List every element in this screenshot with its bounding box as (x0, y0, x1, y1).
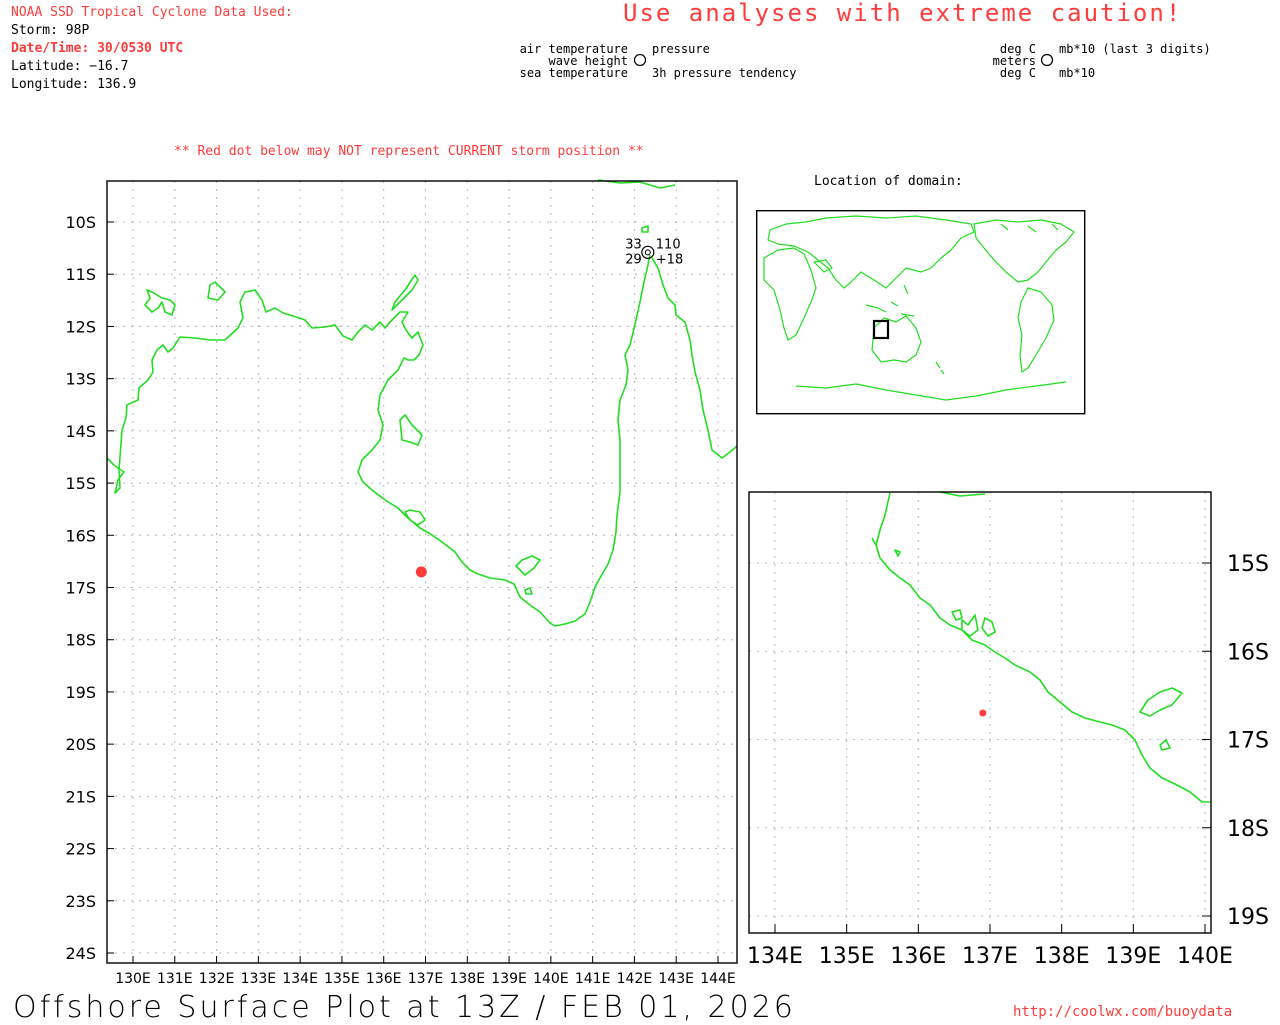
zoom-map-coastline (871, 491, 1210, 803)
zoom-map-lat-labels: 15S 16S 17S 18S 19S (1227, 552, 1269, 930)
zoom-map: 15S 16S 17S 18S 19S 134E 135E 136E 137E 138E 139E… (747, 491, 1269, 969)
zoom-lat-label: 19S (1227, 905, 1269, 930)
zoom-lon-label: 135E (819, 944, 875, 969)
zoom-lon-label: 134E (747, 944, 803, 969)
footer-title: Offshore Surface Plot at 13Z / FEB 01, 2… (13, 990, 796, 1025)
zoom-lon-label: 138E (1034, 944, 1090, 969)
storm-position-marker-zoom (979, 709, 987, 717)
zoom-lat-label: 17S (1227, 729, 1269, 754)
zoom-lat-label: 16S (1227, 640, 1269, 665)
zoom-map-lon-labels: 134E 135E 136E 137E 138E 139E 140E (747, 944, 1233, 969)
footer-url[interactable]: http://coolwx.com/buoydata (1013, 1005, 1232, 1019)
zoom-lon-label: 139E (1105, 944, 1161, 969)
zoom-lon-label: 137E (962, 944, 1018, 969)
zoom-lat-label: 18S (1227, 817, 1269, 842)
zoom-lat-label: 15S (1227, 552, 1269, 577)
zoom-lon-label: 140E (1177, 944, 1233, 969)
zoom-lon-label: 136E (890, 944, 946, 969)
